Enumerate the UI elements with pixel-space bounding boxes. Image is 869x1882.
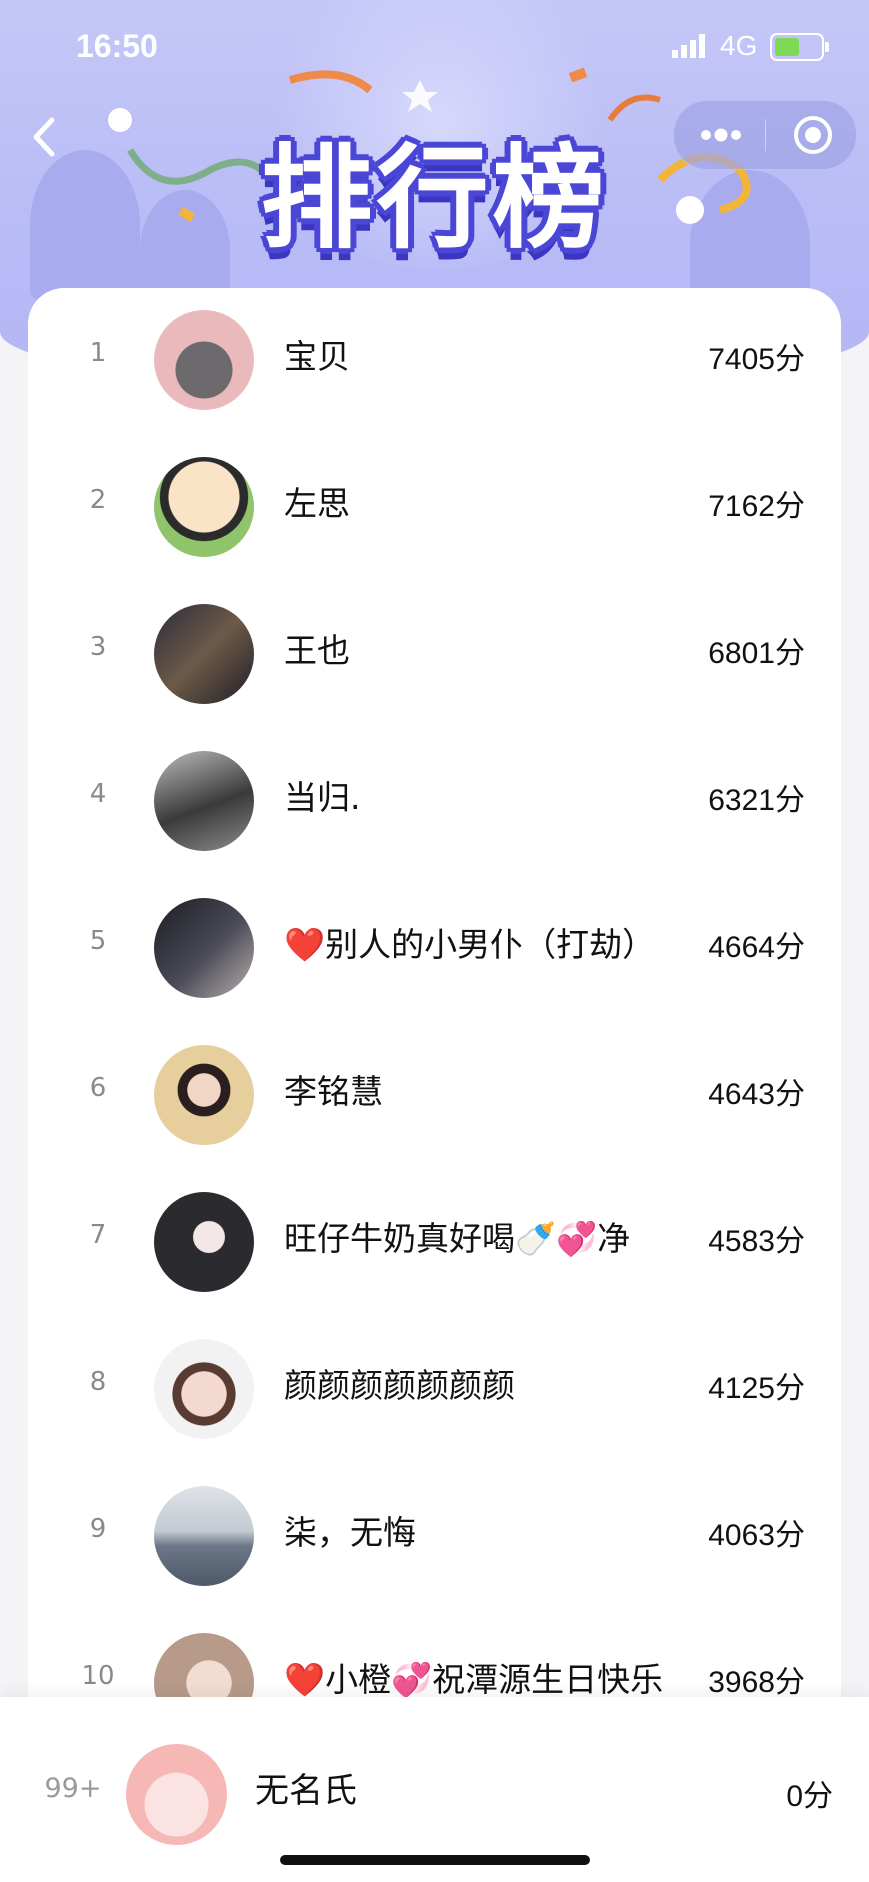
page-title: 排行榜 <box>260 134 609 264</box>
user-score: 4643分 <box>708 1078 805 1111</box>
signal-icon <box>672 34 705 58</box>
user-name: 宝贝 <box>284 337 350 376</box>
list-item[interactable]: 5 ❤️别人的小男仆（打劫） 4664分 <box>28 876 841 1023</box>
rank-number: 5 <box>89 926 107 956</box>
user-score: 7162分 <box>708 490 805 523</box>
user-name: 王也 <box>284 631 350 670</box>
my-rank-number: 99+ <box>44 1773 102 1804</box>
avatar <box>154 1045 254 1145</box>
rank-number: 8 <box>89 1367 107 1397</box>
user-score: 6801分 <box>708 637 805 670</box>
user-name: 当归. <box>284 778 361 817</box>
rank-number: 7 <box>89 1220 107 1250</box>
user-score: 3968分 <box>708 1666 805 1699</box>
my-avatar <box>126 1744 227 1845</box>
list-item[interactable]: 6 李铭慧 4643分 <box>28 1023 841 1170</box>
user-name: 李铭慧 <box>284 1072 383 1111</box>
my-name: 无名氏 <box>255 1771 357 1811</box>
list-item[interactable]: 3 王也 6801分 <box>28 582 841 729</box>
avatar <box>154 457 254 557</box>
user-score: 4063分 <box>708 1519 805 1552</box>
user-score: 4583分 <box>708 1225 805 1258</box>
user-name: 旺仔牛奶真好喝🍼💞净 <box>284 1219 631 1258</box>
ranking-list[interactable]: 1 宝贝 7405分 2 左思 7162分 3 王也 6801分 4 当归. 6… <box>28 288 841 1708</box>
user-score: 4664分 <box>708 931 805 964</box>
avatar <box>154 751 254 851</box>
user-name: ❤️小橙💞祝潭源生日快乐 <box>284 1660 664 1699</box>
avatar <box>154 1339 254 1439</box>
avatar <box>154 1486 254 1586</box>
avatar <box>154 310 254 410</box>
battery-icon <box>770 33 829 61</box>
status-bar: 16:50 4G <box>0 0 869 95</box>
user-score: 4125分 <box>708 1372 805 1405</box>
list-item[interactable]: 10 ❤️小橙💞祝潭源生日快乐 3968分 <box>28 1611 841 1708</box>
network-type: 4G <box>720 30 758 61</box>
status-time: 16:50 <box>76 28 158 64</box>
avatar <box>154 604 254 704</box>
home-indicator[interactable] <box>280 1855 590 1865</box>
user-score: 7405分 <box>708 343 805 376</box>
user-name: 左思 <box>284 484 350 523</box>
rank-number: 1 <box>89 338 107 368</box>
list-item[interactable]: 7 旺仔牛奶真好喝🍼💞净 4583分 <box>28 1170 841 1317</box>
list-item[interactable]: 1 宝贝 7405分 <box>28 288 841 435</box>
user-name: ❤️别人的小男仆（打劫） <box>284 925 656 964</box>
user-name: 颜颜颜颜颜颜颜 <box>284 1366 515 1405</box>
user-name: 柒，无悔 <box>284 1513 416 1552</box>
rank-number: 9 <box>89 1514 107 1544</box>
list-item[interactable]: 8 颜颜颜颜颜颜颜 4125分 <box>28 1317 841 1464</box>
rank-number: 4 <box>89 779 107 809</box>
rank-number: 6 <box>89 1073 107 1103</box>
list-item[interactable]: 2 左思 7162分 <box>28 435 841 582</box>
list-item[interactable]: 4 当归. 6321分 <box>28 729 841 876</box>
rank-number: 3 <box>89 632 107 662</box>
rank-number: 10 <box>81 1661 115 1691</box>
list-item[interactable]: 9 柒，无悔 4063分 <box>28 1464 841 1611</box>
avatar <box>154 898 254 998</box>
avatar <box>154 1192 254 1292</box>
my-score: 0分 <box>786 1780 833 1813</box>
rank-number: 2 <box>89 485 107 515</box>
user-score: 6321分 <box>708 784 805 817</box>
